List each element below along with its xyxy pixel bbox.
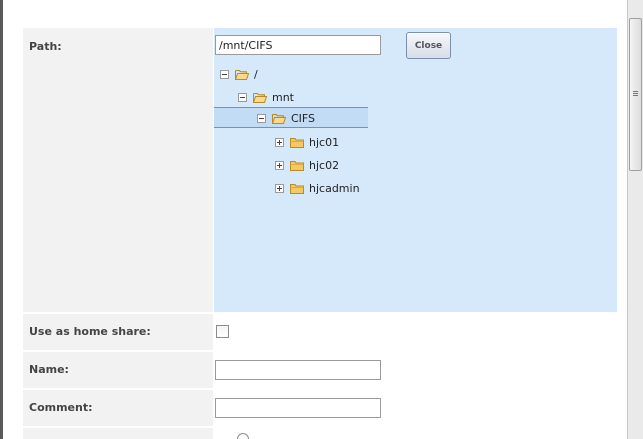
name-label: Name: <box>29 363 69 376</box>
expand-icon[interactable] <box>275 183 284 193</box>
comment-label: Comment: <box>29 401 93 414</box>
next-row-label-cell <box>23 428 213 439</box>
tree-node-label[interactable]: mnt <box>272 91 294 104</box>
tree-node-label[interactable]: CIFS <box>291 112 315 125</box>
tree-node-hjcadmin[interactable]: hjcadmin <box>275 178 360 198</box>
folder-open-icon <box>235 69 249 80</box>
tree-node-root[interactable]: / <box>220 64 258 84</box>
comment-label-cell: Comment: <box>23 390 213 426</box>
share-dialog: Path: Close / mnt CIFS <box>3 0 627 439</box>
collapse-icon[interactable] <box>257 113 266 123</box>
grip-line <box>633 95 638 96</box>
folder-open-icon <box>272 113 286 124</box>
grip-line <box>633 91 638 92</box>
path-label-cell: Path: <box>23 28 213 312</box>
tree-node-hjc02[interactable]: hjc02 <box>275 155 339 175</box>
collapse-icon[interactable] <box>220 69 229 79</box>
name-input[interactable] <box>215 360 381 380</box>
close-button[interactable]: Close <box>406 32 451 59</box>
folder-icon <box>290 137 304 148</box>
tree-node-hjc01[interactable]: hjc01 <box>275 132 339 152</box>
folder-open-icon <box>253 92 267 103</box>
tree-node-label[interactable]: / <box>254 68 258 81</box>
expand-icon[interactable] <box>275 137 284 147</box>
scrollbar-thumb[interactable] <box>629 18 642 171</box>
comment-input[interactable] <box>215 398 381 418</box>
home-share-label-cell: Use as home share: <box>23 314 213 350</box>
collapse-icon[interactable] <box>238 92 247 102</box>
radio-button[interactable] <box>237 433 249 439</box>
tree-node-label[interactable]: hjc01 <box>309 136 339 149</box>
home-share-label: Use as home share: <box>29 325 151 338</box>
tree-node-cifs[interactable]: CIFS <box>257 108 315 128</box>
folder-icon <box>290 183 304 194</box>
path-input[interactable] <box>215 35 381 55</box>
tree-node-label[interactable]: hjcadmin <box>309 182 360 195</box>
tree-node-mnt[interactable]: mnt <box>238 87 294 107</box>
folder-icon <box>290 160 304 171</box>
vertical-scrollbar[interactable] <box>627 0 643 439</box>
expand-icon[interactable] <box>275 160 284 170</box>
name-label-cell: Name: <box>23 352 213 388</box>
path-label: Path: <box>29 40 62 53</box>
home-share-checkbox[interactable] <box>216 325 229 338</box>
tree-node-label[interactable]: hjc02 <box>309 159 339 172</box>
grip-line <box>633 93 638 94</box>
